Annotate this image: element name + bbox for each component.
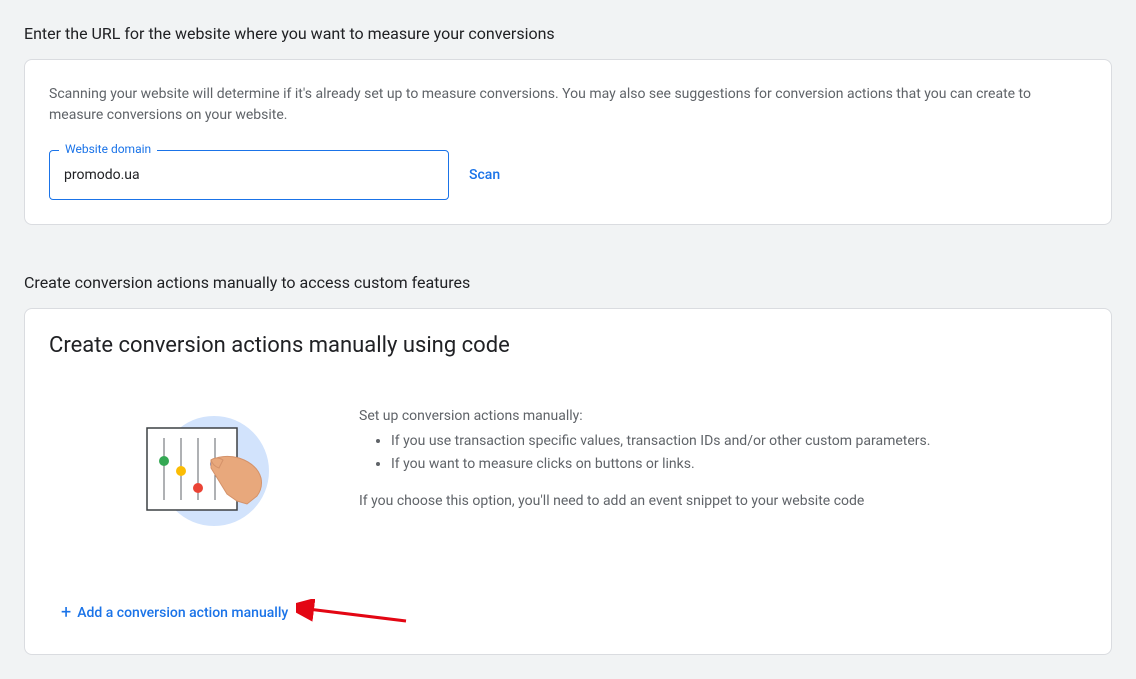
sliders-illustration-icon — [129, 406, 279, 540]
section-heading-url: Enter the URL for the website where you … — [24, 24, 1112, 43]
manual-bullet-2: If you want to measure clicks on buttons… — [391, 454, 1087, 475]
section-heading-manual: Create conversion actions manually to ac… — [24, 273, 1112, 292]
scan-description: Scanning your website will determine if … — [49, 84, 1087, 126]
plus-icon: + — [61, 604, 71, 622]
website-domain-field-wrapper: Website domain — [49, 150, 449, 200]
manual-intro-text: Set up conversion actions manually: — [359, 406, 1087, 427]
add-conversion-action-label: Add a conversion action manually — [77, 605, 288, 621]
input-row: Website domain Scan — [49, 150, 1087, 200]
manual-card-title: Create conversion actions manually using… — [49, 333, 1087, 358]
manual-content-row: Set up conversion actions manually: If y… — [49, 406, 1087, 540]
scan-website-card: Scanning your website will determine if … — [24, 59, 1112, 225]
website-domain-input[interactable] — [49, 150, 449, 200]
website-domain-label: Website domain — [59, 142, 157, 156]
scan-button[interactable]: Scan — [465, 159, 504, 191]
manual-bullet-1: If you use transaction specific values, … — [391, 431, 1087, 452]
add-conversion-action-button[interactable]: + Add a conversion action manually — [61, 596, 288, 630]
manual-text-content: Set up conversion actions manually: If y… — [359, 406, 1087, 516]
arrow-annotation-icon — [296, 599, 416, 629]
manual-note-text: If you choose this option, you'll need t… — [359, 491, 1087, 512]
manual-conversion-card: Create conversion actions manually using… — [24, 308, 1112, 655]
